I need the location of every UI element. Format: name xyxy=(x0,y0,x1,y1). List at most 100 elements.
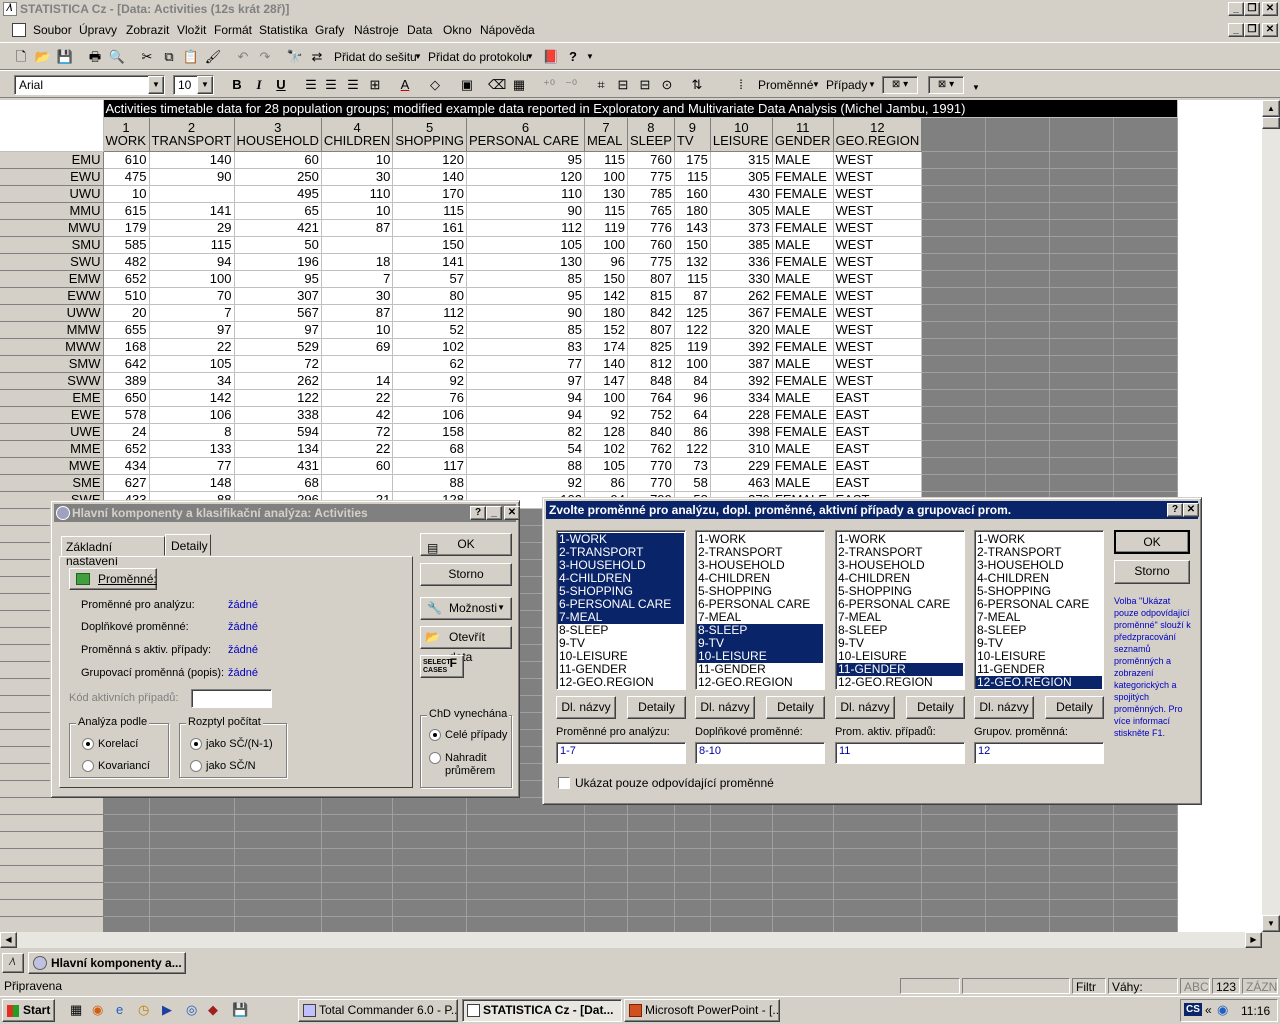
column-header[interactable]: 2 TRANSPORT xyxy=(149,117,235,152)
merge-icon[interactable]: ⊞ xyxy=(366,76,384,94)
cut-icon[interactable]: ✂ xyxy=(138,48,156,66)
quicklaunch-save-icon[interactable]: 💾 xyxy=(232,1002,248,1018)
cell[interactable]: 97 xyxy=(466,372,585,390)
scroll-left-icon[interactable]: ◀ xyxy=(0,932,17,948)
cell[interactable]: 652 xyxy=(103,440,150,458)
cell[interactable]: 475 xyxy=(103,168,150,186)
cell[interactable]: 29 xyxy=(149,219,235,237)
cell[interactable]: 76 xyxy=(392,389,467,407)
toolbar-more-icon[interactable]: ▼ xyxy=(972,83,980,92)
cell[interactable]: 310 xyxy=(710,440,773,458)
cell[interactable]: MALE xyxy=(772,389,834,407)
menu-file[interactable]: Soubor xyxy=(33,23,72,37)
cell[interactable]: 92 xyxy=(466,474,585,492)
row-header[interactable]: SMU xyxy=(0,236,104,254)
cell[interactable]: 330 xyxy=(710,270,773,288)
cell[interactable]: 95 xyxy=(466,287,585,305)
cell[interactable] xyxy=(321,355,394,373)
select-cases-button[interactable]: SELECT CASES F xyxy=(420,655,464,678)
print-preview-icon[interactable]: 🔍 xyxy=(108,48,126,66)
pattern-select-1[interactable]: ⊠ ▾ xyxy=(882,76,918,94)
minimize-icon[interactable]: _ xyxy=(1228,2,1244,16)
cell[interactable]: 68 xyxy=(392,440,467,458)
quicklaunch-app-icon[interactable]: ◆ xyxy=(208,1002,218,1018)
row-header[interactable]: MWU xyxy=(0,219,104,237)
variable-list-2[interactable]: 1-WORK 2-TRANSPORT 3-HOUSEHOLD 4-CHILDREN 5-… xyxy=(695,530,825,690)
mdi-task-pca[interactable]: Hlavní komponenty a... xyxy=(28,952,186,974)
cell[interactable]: 97 xyxy=(149,321,235,339)
long-names-button[interactable]: Dl. názvy xyxy=(835,696,895,719)
cell[interactable]: 807 xyxy=(627,321,675,339)
cell[interactable]: 70 xyxy=(149,287,235,305)
cell[interactable]: 77 xyxy=(466,355,585,373)
column-header[interactable]: 12 GEO.REGION xyxy=(833,117,923,152)
quicklaunch-ie-icon[interactable]: e xyxy=(116,1002,123,1017)
cell[interactable]: 52 xyxy=(392,321,467,339)
cell[interactable]: 510 xyxy=(103,287,150,305)
cell[interactable]: 60 xyxy=(321,457,394,475)
cell[interactable]: 72 xyxy=(234,355,322,373)
cell[interactable]: 315 xyxy=(710,151,773,169)
list-selection-field[interactable]: 1-7 xyxy=(556,742,686,764)
cell[interactable]: 90 xyxy=(466,304,585,322)
cell[interactable]: 143 xyxy=(674,219,711,237)
column-header[interactable]: 10 LEISURE xyxy=(710,117,773,152)
cell[interactable]: 65 xyxy=(234,202,322,220)
cell[interactable]: 105 xyxy=(149,355,235,373)
cell[interactable]: 119 xyxy=(674,338,711,356)
cell[interactable]: 770 xyxy=(627,474,675,492)
row-header[interactable]: EMW xyxy=(0,270,104,288)
cell[interactable]: FEMALE xyxy=(772,287,834,305)
row-header[interactable]: UWU xyxy=(0,185,104,203)
cell[interactable]: 88 xyxy=(392,474,467,492)
menu-data[interactable]: Data xyxy=(407,23,432,37)
row-header[interactable]: MWE xyxy=(0,457,104,475)
cell[interactable]: EAST xyxy=(833,457,923,475)
cell[interactable]: WEST xyxy=(833,304,923,322)
cell[interactable]: 305 xyxy=(710,168,773,186)
print-icon[interactable]: 🖶 xyxy=(86,48,104,66)
cell[interactable]: WEST xyxy=(833,372,923,390)
cell[interactable]: 96 xyxy=(674,389,711,407)
cell[interactable]: 130 xyxy=(466,253,585,271)
vertical-scrollbar[interactable]: ▲ ▼ xyxy=(1262,100,1280,932)
font-color-icon[interactable]: A xyxy=(396,76,414,94)
cell[interactable]: EAST xyxy=(833,440,923,458)
cell[interactable]: 86 xyxy=(584,474,628,492)
cell[interactable]: WEST xyxy=(833,321,923,339)
cell[interactable]: 88 xyxy=(466,457,585,475)
eraser-icon[interactable]: ⌫ xyxy=(488,76,506,94)
cell[interactable]: WEST xyxy=(833,151,923,169)
cell[interactable]: 105 xyxy=(466,236,585,254)
cell[interactable]: MALE xyxy=(772,236,834,254)
cell[interactable]: 94 xyxy=(466,389,585,407)
cell[interactable]: 128 xyxy=(584,423,628,441)
cell[interactable]: 106 xyxy=(149,406,235,424)
cell[interactable]: 760 xyxy=(627,236,675,254)
cell[interactable]: WEST xyxy=(833,338,923,356)
quicklaunch-statistica-icon[interactable]: ▦ xyxy=(70,1002,82,1018)
cell[interactable]: 134 xyxy=(234,440,322,458)
cell[interactable]: 495 xyxy=(234,185,322,203)
list-selection-field[interactable]: 8-10 xyxy=(695,742,825,764)
cell[interactable]: 85 xyxy=(466,270,585,288)
cell[interactable]: 764 xyxy=(627,389,675,407)
cell[interactable]: EAST xyxy=(833,406,923,424)
copy-icon[interactable]: ⧉ xyxy=(160,48,178,66)
cell[interactable]: 482 xyxy=(103,253,150,271)
cell[interactable]: 100 xyxy=(149,270,235,288)
align-left-icon[interactable]: ☰ xyxy=(302,76,320,94)
zoom-icon[interactable]: ⊙ xyxy=(658,76,676,94)
cell[interactable]: 775 xyxy=(627,168,675,186)
column-header[interactable]: 5 SHOPPING xyxy=(392,117,467,152)
cell[interactable]: 100 xyxy=(674,355,711,373)
font-dropdown-icon[interactable]: ▼ xyxy=(148,76,164,94)
cell[interactable]: 64 xyxy=(674,406,711,424)
scroll-down-icon[interactable]: ▼ xyxy=(1262,915,1280,932)
menu-window[interactable]: Okno xyxy=(443,23,472,37)
close-icon[interactable]: ✕ xyxy=(1262,2,1278,16)
cell[interactable]: 140 xyxy=(392,168,467,186)
cell[interactable]: 115 xyxy=(584,151,628,169)
cell[interactable]: WEST xyxy=(833,236,923,254)
replace-icon[interactable]: ⇄ xyxy=(308,48,326,66)
